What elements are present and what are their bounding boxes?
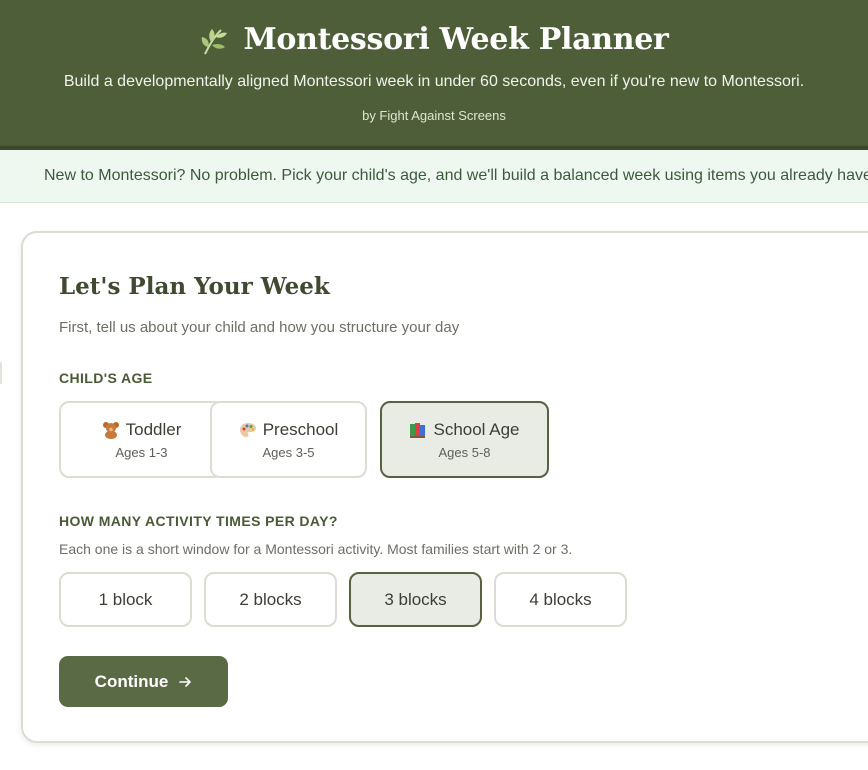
age-option-range: Ages 1-3 (115, 444, 168, 460)
block-option-1[interactable]: 1 block (59, 572, 192, 627)
card-title: Let's Plan Your Week (59, 273, 330, 300)
continue-button[interactable]: Continue (59, 656, 228, 707)
age-section-label: CHILD'S AGE (59, 370, 153, 386)
age-option-school-age[interactable]: School Age Ages 5-8 (380, 401, 549, 478)
banner-text: New to Montessori? No problem. Pick your… (44, 167, 868, 184)
age-option-label: School Age (433, 419, 520, 439)
app-header: Montessori Week Planner Build a developm… (0, 0, 868, 150)
age-option-label: Preschool (262, 419, 339, 439)
edge-divider (0, 362, 2, 384)
header-byline: by Fight Against Screens (362, 108, 506, 123)
teddy-bear-icon (102, 421, 119, 439)
card-subtitle: First, tell us about your child and how … (59, 319, 460, 336)
header-subtitle: Build a developmentally aligned Montesso… (63, 73, 805, 90)
age-option-range: Ages 3-5 (262, 444, 315, 460)
age-option-toddler[interactable]: Toddler Ages 1-3 (59, 401, 224, 478)
header-title-row: Montessori Week Planner (0, 22, 868, 57)
age-option-range: Ages 5-8 (438, 444, 491, 460)
info-banner: New to Montessori? No problem. Pick your… (0, 150, 868, 203)
age-option-school-age-row: School Age (409, 419, 520, 440)
block-option-3[interactable]: 3 blocks (349, 572, 482, 627)
palette-icon (239, 422, 256, 437)
arrow-right-icon (179, 676, 192, 687)
planner-card: Let's Plan Your Week First, tell us abou… (21, 231, 868, 743)
page-title: Montessori Week Planner (243, 22, 669, 57)
block-option-2[interactable]: 2 blocks (204, 572, 337, 627)
age-option-toddler-row: Toddler (102, 419, 182, 440)
blocks-section-label: HOW MANY ACTIVITY TIMES PER DAY? (59, 513, 338, 529)
age-option-preschool-row: Preschool (239, 419, 339, 440)
age-option-preschool[interactable]: Preschool Ages 3-5 (210, 401, 367, 478)
blocks-help-text: Each one is a short window for a Montess… (59, 541, 573, 557)
leaf-icon (202, 28, 228, 54)
books-icon (410, 422, 426, 438)
continue-button-label: Continue (94, 671, 169, 691)
block-option-4[interactable]: 4 blocks (494, 572, 627, 627)
age-option-label: Toddler (125, 419, 182, 439)
